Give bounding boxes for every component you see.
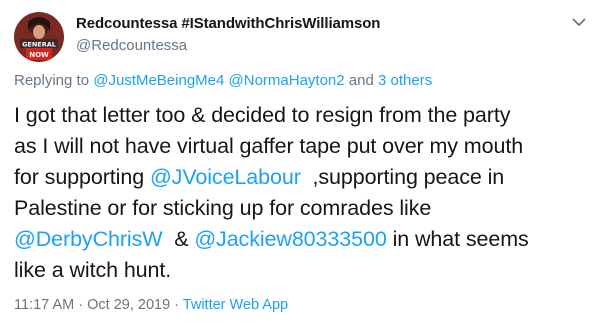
reply-connector: and bbox=[348, 72, 374, 89]
svg-text:NOW: NOW bbox=[29, 51, 49, 59]
tweet-line-3-prefix: for supporting bbox=[14, 165, 145, 189]
reply-mention-justmebeingme4[interactable]: @JustMeBeingMe4 bbox=[93, 72, 224, 89]
tweet-line-3-suffix: ,supporting peace in bbox=[312, 165, 505, 189]
author-handle[interactable]: @Redcountessa bbox=[76, 37, 187, 54]
reply-mention-normahayton2[interactable]: @NormaHayton2 bbox=[229, 72, 345, 89]
tweet-line-5: @DerbyChrisW & @Jackiew80333500 in what … bbox=[14, 224, 589, 255]
ampersand: & bbox=[174, 227, 189, 251]
tweet-date[interactable]: Oct 29, 2019 bbox=[87, 297, 170, 313]
avatar-image: GENERAL NOW bbox=[14, 12, 64, 62]
tweet-time[interactable]: 11:17 AM bbox=[14, 297, 74, 313]
meta-separator-2: · bbox=[174, 297, 180, 313]
tweet-line-4: Palestine or for sticking up for comrade… bbox=[14, 196, 432, 220]
tweet-line-3: for supporting @JVoiceLabour ,supporting… bbox=[14, 162, 589, 193]
tweet-body: I got that letter too & decided to resig… bbox=[14, 100, 589, 286]
mention-derbychrisw[interactable]: @DerbyChrisW bbox=[14, 227, 163, 251]
display-name[interactable]: Redcountessa #IStandwithChrisWilliamson bbox=[76, 15, 380, 32]
mention-jvoicelabour[interactable]: @JVoiceLabour bbox=[150, 165, 301, 189]
tweet-line-2: as I will not have virtual gaffer tape p… bbox=[14, 134, 524, 158]
reply-others-link[interactable]: 3 others bbox=[378, 72, 432, 89]
meta-separator: · bbox=[78, 297, 84, 313]
chevron-down-icon bbox=[572, 18, 586, 26]
replying-to: Replying to @JustMeBeingMe4 @NormaHayton… bbox=[14, 72, 432, 89]
tweet-source[interactable]: Twitter Web App bbox=[183, 297, 288, 313]
replying-to-label: Replying to bbox=[14, 72, 90, 89]
tweet-line-5-suffix: in what seems bbox=[392, 227, 529, 251]
mention-jackiew80333500[interactable]: @Jackiew80333500 bbox=[194, 227, 386, 251]
tweet-meta: 11:17 AM · Oct 29, 2019 · Twitter Web Ap… bbox=[14, 297, 288, 313]
tweet-card: GENERAL NOW Redcountessa #IStandwithChri… bbox=[0, 0, 599, 326]
author-name-row[interactable]: Redcountessa #IStandwithChrisWilliamson bbox=[76, 15, 380, 32]
svg-text:GENERAL: GENERAL bbox=[22, 41, 56, 49]
tweet-line-1: I got that letter too & decided to resig… bbox=[14, 103, 511, 127]
avatar[interactable]: GENERAL NOW bbox=[14, 12, 64, 62]
tweet-options-button[interactable] bbox=[569, 12, 589, 32]
tweet-line-6: like a witch hunt. bbox=[14, 258, 172, 282]
